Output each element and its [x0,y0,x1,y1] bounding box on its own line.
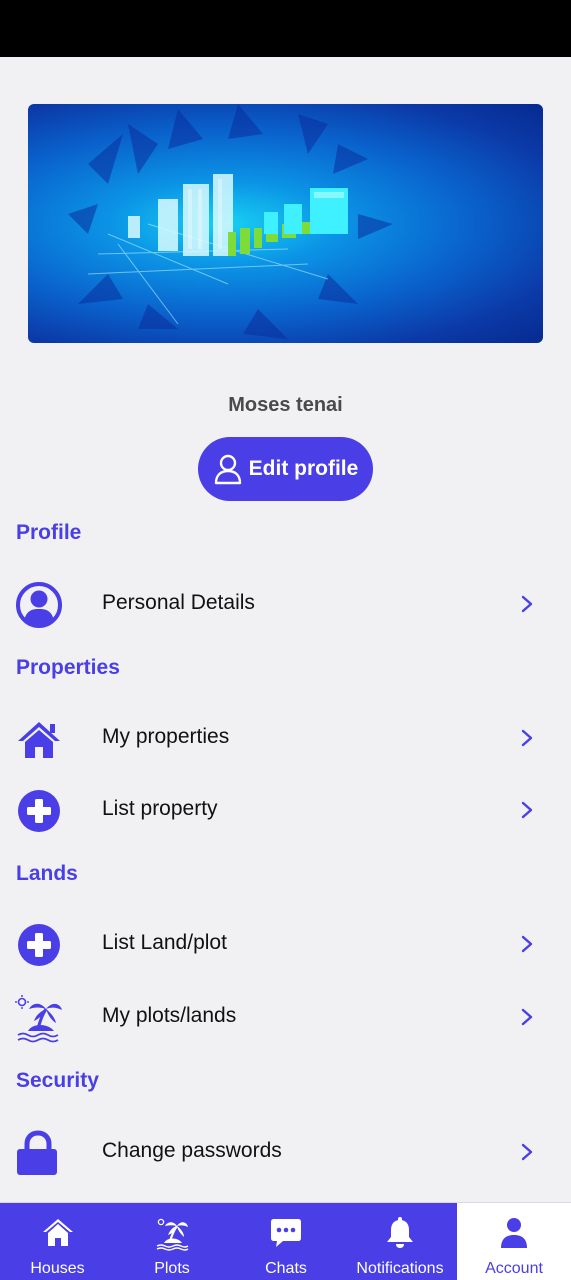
nav-tab-notifications[interactable]: Notifications [343,1203,457,1280]
user-outline-icon [214,454,241,485]
island-icon [15,995,62,1043]
nav-tab-plots[interactable]: Plots [115,1203,229,1280]
chat-icon [271,1219,301,1247]
home-icon [42,1219,73,1246]
nav-label: Notifications [356,1260,444,1277]
chevron-right-icon [521,935,533,953]
nav-label: Plots [154,1260,190,1277]
plus-circle-icon [18,790,60,832]
edit-profile-label: Edit profile [248,457,359,480]
nav-tab-chats[interactable]: Chats [229,1203,343,1280]
user-name: Moses tenai [228,394,343,416]
nav-label: Chats [265,1260,307,1277]
plus-circle-icon [18,924,60,966]
profile-banner-image [28,104,543,343]
chevron-right-icon [521,595,533,613]
section-title-lands: Lands [16,862,78,885]
edit-profile-button[interactable]: Edit profile [198,437,373,501]
menu-item-label: My properties [102,725,230,748]
chevron-right-icon [521,729,533,747]
chevron-right-icon [521,1143,533,1161]
nav-tab-account[interactable]: Account [457,1203,571,1280]
menu-item-change-passwords[interactable]: Change passwords [0,1122,571,1182]
section-title-properties: Properties [16,656,120,679]
menu-item-list-property[interactable]: List property [0,780,571,840]
menu-item-my-plots[interactable]: My plots/lands [0,987,571,1047]
menu-item-list-land[interactable]: List Land/plot [0,914,571,974]
menu-item-my-properties[interactable]: My properties [0,708,571,768]
home-icon [18,722,60,758]
menu-item-label: List property [102,797,218,820]
lock-icon [17,1130,57,1175]
menu-item-label: Change passwords [102,1139,282,1162]
chevron-right-icon [521,1008,533,1026]
bottom-navigation: Houses Plots Chats Notifications Account [0,1202,571,1280]
nav-label: Account [485,1260,543,1277]
section-title-security: Security [16,1069,99,1092]
user-circle-icon [16,582,62,628]
user-icon [501,1218,527,1248]
menu-item-label: List Land/plot [102,931,227,954]
status-bar [0,0,571,57]
island-icon [156,1218,189,1251]
menu-item-label: Personal Details [102,591,255,614]
section-title-profile: Profile [16,521,82,544]
bell-icon [387,1217,413,1248]
nav-label: Houses [30,1260,85,1277]
chevron-right-icon [521,801,533,819]
nav-tab-houses[interactable]: Houses [0,1203,115,1280]
menu-item-personal-details[interactable]: Personal Details [0,574,571,634]
menu-item-label: My plots/lands [102,1004,237,1027]
